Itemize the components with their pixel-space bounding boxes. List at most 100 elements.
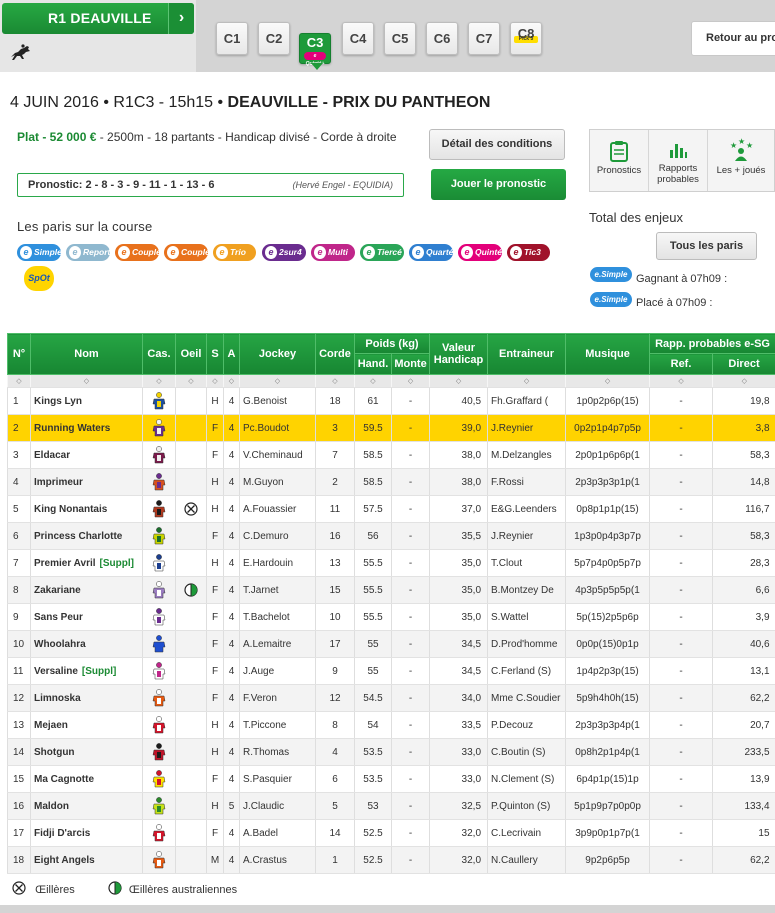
horse-name[interactable]: Imprimeur: [30, 468, 143, 496]
table-row[interactable]: 9 Sans Peur F 4 T.Bachelot 10 55.5-35,0 S.Watte…: [7, 603, 775, 631]
detail-conditions-button[interactable]: Détail des conditions: [429, 129, 565, 160]
course-button-c6[interactable]: C6: [426, 22, 458, 55]
pari-multi-badge[interactable]: e Multi: [311, 244, 355, 261]
reunion-selector[interactable]: R1 DEAUVILLE ›: [2, 3, 194, 34]
col-entraineur[interactable]: Entraineur: [487, 333, 567, 375]
table-row[interactable]: 17 Fidji D'arcis F 4 A.Badel 14 52.5-32,0 C.Lec…: [7, 819, 775, 847]
col-num[interactable]: N°: [7, 333, 31, 375]
horse-name[interactable]: Ma Cagnotte: [30, 765, 143, 793]
tab-pronostics[interactable]: Pronostics: [590, 130, 649, 191]
sort-icon[interactable]: ◇: [30, 374, 143, 388]
horse-name[interactable]: Shotgun: [30, 738, 143, 766]
horse-name[interactable]: King Nonantais: [30, 495, 143, 523]
pari-quart-badge[interactable]: e Quarté+: [409, 244, 458, 261]
retour-au-programme-button[interactable]: Retour au programme: [691, 21, 775, 56]
col-sexe[interactable]: S: [206, 333, 224, 375]
sort-icon[interactable]: ◇: [649, 374, 713, 388]
course-button-c4[interactable]: C4: [342, 22, 374, 55]
col-musique[interactable]: Musique: [565, 333, 651, 375]
horse-name[interactable]: Kings Lyn: [30, 387, 143, 415]
tous-les-paris-button[interactable]: Tous les paris: [656, 232, 757, 260]
horse-name[interactable]: Versaline [Suppl]: [30, 657, 143, 685]
col-jockey[interactable]: Jockey: [239, 333, 316, 375]
pari-coupl-badge[interactable]: e Couplé: [164, 244, 210, 261]
course-button-c5[interactable]: C5: [384, 22, 416, 55]
horse-name[interactable]: Whoolahra: [30, 630, 143, 658]
col-valeur-handicap[interactable]: Valeur Handicap: [429, 333, 489, 375]
table-row[interactable]: 12 Limnoska F 4 F.Veron 12 54.5-34,0 Mme C.Soud…: [7, 684, 775, 712]
table-row[interactable]: 1 Kings Lyn H 4 G.Benoist 18 61-40,5 Fh.Graffar…: [7, 387, 775, 415]
table-row[interactable]: 6 Princess Charlotte F 4 C.Demuro 16 56-35,5 J.…: [7, 522, 775, 550]
table-row[interactable]: 14 Shotgun H 4 R.Thomas 4 53.5-33,0 C.Boutin (S…: [7, 738, 775, 766]
sort-icon[interactable]: ◇: [223, 374, 240, 388]
col-corde[interactable]: Corde: [315, 333, 355, 375]
tab-rapports-probables[interactable]: Rapports probables: [649, 130, 708, 191]
course-button-c2[interactable]: C2: [258, 22, 290, 55]
sort-icon[interactable]: ◇: [390, 374, 430, 388]
cell-poids-hand: 58.5: [354, 468, 392, 496]
horse-name[interactable]: Eldacar: [30, 441, 143, 469]
col-poids-hand[interactable]: Hand.: [354, 353, 392, 375]
col-oeil[interactable]: Oeil: [175, 333, 207, 375]
table-row[interactable]: 3 Eldacar F 4 V.Cheminaud 7 58.5-38,0 M.Delzang…: [7, 441, 775, 469]
course-button-c7[interactable]: C7: [468, 22, 500, 55]
sort-icon[interactable]: ◇: [175, 374, 207, 388]
horse-name[interactable]: Limnoska: [30, 684, 143, 712]
table-row[interactable]: 13 Mejaen H 4 T.Piccone 8 54-33,5 P.Decouz 2p3p3…: [7, 711, 775, 739]
horse-name[interactable]: Sans Peur: [30, 603, 143, 631]
sort-icon[interactable]: ◇: [7, 374, 31, 388]
col-rapp-direct[interactable]: Direct: [712, 353, 775, 375]
col-rapp-ref[interactable]: Ref.: [649, 353, 714, 375]
table-row[interactable]: 2 Running Waters F 4 Pc.Boudot 3 59.5-39,0 J.Re…: [7, 414, 775, 442]
horse-name[interactable]: Maldon: [30, 792, 143, 820]
pari-report-badge[interactable]: e Report: [66, 244, 110, 261]
table-row[interactable]: 10 Whoolahra F 4 A.Lemaitre 17 55-34,5 D.Prod'h…: [7, 630, 775, 658]
sort-icon[interactable]: ◇: [315, 374, 355, 388]
table-row[interactable]: 8 Zakariane F 4 T.Jarnet 15 55.5-35,0 B.Montzey…: [7, 576, 775, 604]
sort-icon[interactable]: ◇: [429, 374, 488, 388]
sort-icon[interactable]: ◇: [565, 374, 650, 388]
sort-icon[interactable]: ◇: [239, 374, 316, 388]
horse-name[interactable]: Zakariane: [30, 576, 143, 604]
table-row[interactable]: 16 Maldon H 5 J.Claudic 5 53-32,5 P.Quinton (S)…: [7, 792, 775, 820]
pari-trio-badge[interactable]: e Trio: [213, 244, 256, 261]
pari-coupl-badge[interactable]: e Couplé: [115, 244, 161, 261]
cell-sexe: H: [206, 711, 224, 739]
sort-icon[interactable]: ◇: [712, 374, 775, 388]
horse-name[interactable]: Princess Charlotte: [30, 522, 143, 550]
horse-name[interactable]: Running Waters: [30, 414, 143, 442]
col-casaque[interactable]: Cas.: [142, 333, 176, 375]
sort-icon[interactable]: ◇: [206, 374, 224, 388]
col-nom[interactable]: Nom: [30, 333, 143, 375]
table-row[interactable]: 7 Premier Avril [Suppl] H 4 E.Hardouin 13 55.5-…: [7, 549, 775, 577]
table-row[interactable]: 5 King Nonantais H 4 A.Fouassier 11 57.5-37,0 E…: [7, 495, 775, 523]
sort-icon[interactable]: ◇: [487, 374, 566, 388]
cell-jockey: T.Piccone: [239, 711, 316, 739]
chevron-right-icon[interactable]: ›: [168, 3, 194, 34]
sort-icon[interactable]: ◇: [142, 374, 176, 388]
pari-tic3-badge[interactable]: e Tic3: [507, 244, 550, 261]
tab-les-plus-joues[interactable]: ★ ★ ★ Les + joués: [708, 130, 774, 191]
course-button-c8[interactable]: C8 Pick 5: [510, 22, 542, 55]
col-age[interactable]: A: [223, 333, 240, 375]
horse-name[interactable]: Premier Avril [Suppl]: [30, 549, 143, 577]
table-row[interactable]: 15 Ma Cagnotte F 4 S.Pasquier 6 53.5-33,0 N.Cle…: [7, 765, 775, 793]
col-poids-monte[interactable]: Monte: [390, 353, 431, 375]
pari-tierc-badge[interactable]: e Tiercé: [360, 244, 404, 261]
spot-badge[interactable]: SpOt: [24, 266, 54, 291]
horse-name[interactable]: Eight Angels: [30, 846, 143, 874]
course-button-c1[interactable]: C1: [216, 22, 248, 55]
pari-quint-badge[interactable]: e Quinté+: [458, 244, 507, 261]
pari-simple-badge[interactable]: e Simple: [17, 244, 62, 261]
pari-2sur4-badge[interactable]: e 2sur4: [262, 244, 306, 261]
table-row[interactable]: 4 Imprimeur H 4 M.Guyon 2 58.5-38,0 F.Rossi 2p3p…: [7, 468, 775, 496]
table-row[interactable]: 11 Versaline [Suppl] F 4 J.Auge 9 55-34,5 C.Ferl…: [7, 657, 775, 685]
jouer-pronostic-button[interactable]: Jouer le pronostic: [431, 169, 566, 200]
horse-name[interactable]: Fidji D'arcis: [30, 819, 143, 847]
table-row[interactable]: 18 Eight Angels M 4 A.Crastus 1 52.5-32,0 N.Cau…: [7, 846, 775, 874]
horse-name-text: Limnoska: [34, 692, 81, 704]
cell-num: 7: [7, 549, 31, 577]
sort-icon[interactable]: ◇: [354, 374, 392, 388]
horse-name[interactable]: Mejaen: [30, 711, 143, 739]
course-button-c3[interactable]: C3 e Quinté+: [299, 33, 331, 67]
